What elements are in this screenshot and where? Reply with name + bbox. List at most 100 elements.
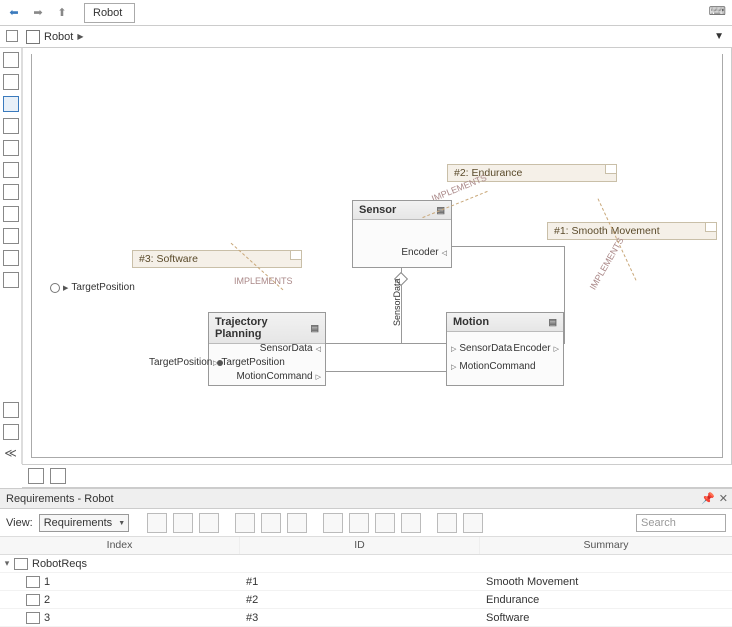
tb-delete[interactable] bbox=[401, 513, 421, 533]
status-icon-1[interactable] bbox=[28, 468, 44, 484]
triangle-left-icon: ◁ bbox=[442, 249, 447, 257]
sensor-port-encoder[interactable]: Encoder◁ bbox=[401, 247, 447, 258]
block-menu-icon[interactable]: ▤ bbox=[548, 317, 557, 328]
motion-port-motioncmd[interactable]: ▷MotionCommand bbox=[451, 361, 536, 372]
tool-9[interactable] bbox=[3, 228, 19, 244]
req-icon bbox=[26, 594, 40, 606]
tb-link[interactable] bbox=[437, 513, 457, 533]
close-icon[interactable]: ✕ bbox=[719, 492, 728, 505]
status-icon-2[interactable] bbox=[50, 468, 66, 484]
tool-12[interactable] bbox=[3, 402, 19, 418]
tb-save[interactable] bbox=[199, 513, 219, 533]
trajectory-port-target[interactable]: ▷TargetPosition bbox=[213, 357, 285, 368]
model-hierarchy-icon[interactable] bbox=[6, 30, 18, 42]
motion-port-sensordata[interactable]: ▷SensorData bbox=[451, 343, 512, 354]
crumb-root-icon bbox=[26, 30, 40, 44]
cell-index: 1 bbox=[44, 576, 50, 588]
ext-port-target[interactable]: ▶ TargetPosition bbox=[50, 282, 135, 293]
triangle-right-icon: ▷ bbox=[554, 345, 559, 353]
block-motion-title: Motion bbox=[453, 316, 489, 328]
tb-refresh[interactable] bbox=[463, 513, 483, 533]
port-circle-icon bbox=[50, 283, 60, 293]
tool-11[interactable] bbox=[3, 272, 19, 288]
col-header-summary[interactable]: Summary bbox=[480, 537, 732, 554]
nav-back-icon[interactable]: ⬅ bbox=[4, 3, 24, 23]
pin-icon[interactable]: 📌 bbox=[701, 492, 715, 505]
breadcrumb-root[interactable]: Robot bbox=[44, 31, 73, 43]
tool-5[interactable] bbox=[3, 140, 19, 156]
block-menu-icon[interactable]: ▤ bbox=[310, 323, 319, 334]
tool-7[interactable] bbox=[3, 184, 19, 200]
reqset-icon bbox=[14, 558, 28, 570]
tool-10[interactable] bbox=[3, 250, 19, 266]
cell-index: 3 bbox=[44, 612, 50, 624]
tb-paste[interactable] bbox=[375, 513, 395, 533]
tool-1[interactable] bbox=[3, 52, 19, 68]
chevron-right-icon[interactable]: ▶ bbox=[77, 32, 83, 41]
cell-summary: Software bbox=[480, 612, 732, 624]
col-header-id[interactable]: ID bbox=[240, 537, 480, 554]
table-row[interactable]: 1 #1Smooth Movement bbox=[0, 573, 732, 591]
col-header-index[interactable]: Index bbox=[0, 537, 240, 554]
block-motion[interactable]: Motion ▤ ▷SensorData ▷MotionCommand Encod… bbox=[446, 312, 564, 386]
tb-cut[interactable] bbox=[323, 513, 343, 533]
req-icon bbox=[26, 612, 40, 624]
wire-motioncmd bbox=[326, 371, 446, 372]
triangle-right-icon: ▶ bbox=[63, 284, 68, 292]
breadcrumb-dropdown-icon[interactable]: ▼ bbox=[714, 31, 724, 42]
triangle-right-icon: ▷ bbox=[213, 359, 218, 367]
trajectory-port-motioncmd[interactable]: MotionCommand▷ bbox=[236, 371, 321, 382]
view-select[interactable]: Requirements bbox=[39, 514, 129, 532]
cell-summary: Smooth Movement bbox=[480, 576, 732, 588]
cell-id: #3 bbox=[240, 612, 480, 624]
triangle-left-icon: ◁ bbox=[316, 345, 321, 353]
tool-2[interactable] bbox=[3, 74, 19, 90]
nav-up-icon[interactable]: ⬆ bbox=[52, 3, 72, 23]
motion-port-encoder[interactable]: Encoder▷ bbox=[513, 343, 559, 354]
left-toolbar: ≪ bbox=[0, 48, 22, 464]
tool-13[interactable] bbox=[3, 424, 19, 440]
req-flag-1[interactable]: #1: Smooth Movement bbox=[547, 222, 717, 240]
tb-promote[interactable] bbox=[287, 513, 307, 533]
tb-open[interactable] bbox=[173, 513, 193, 533]
expand-icon[interactable]: ▾ bbox=[0, 558, 14, 569]
cell-index: 2 bbox=[44, 594, 50, 606]
trajectory-port-sensordata[interactable]: SensorData◁ bbox=[260, 343, 321, 354]
keyboard-icon[interactable]: ⌨ bbox=[709, 4, 726, 18]
triangle-right-icon: ▷ bbox=[451, 363, 456, 371]
tool-8[interactable] bbox=[3, 206, 19, 222]
nav-forward-icon: ➡ bbox=[28, 3, 48, 23]
block-trajectory[interactable]: Trajectory Planning▤ SensorData◁ TargetP… bbox=[208, 312, 326, 386]
collapse-left-icon[interactable]: ≪ bbox=[4, 446, 17, 460]
table-row[interactable]: 2 #2Endurance bbox=[0, 591, 732, 609]
tool-3[interactable] bbox=[3, 96, 19, 112]
block-sensor-title: Sensor bbox=[359, 204, 396, 216]
tb-new[interactable] bbox=[147, 513, 167, 533]
cell-summary: Endurance bbox=[480, 594, 732, 606]
tool-4[interactable] bbox=[3, 118, 19, 134]
requirements-panel-title: Requirements - Robot bbox=[6, 493, 114, 505]
tb-addchild[interactable] bbox=[261, 513, 281, 533]
req-flag-3[interactable]: #3: Software bbox=[132, 250, 302, 268]
tab-label: Robot bbox=[93, 7, 122, 19]
diagram-canvas[interactable]: ▶ TargetPosition #3: Software #2: Endura… bbox=[31, 54, 723, 458]
cell-id: #2 bbox=[240, 594, 480, 606]
wire-encoder-v bbox=[564, 246, 565, 344]
req-icon bbox=[26, 576, 40, 588]
requirements-panel: Requirements - Robot 📌 ✕ View: Requireme… bbox=[0, 488, 732, 627]
triangle-right-icon: ▷ bbox=[451, 345, 456, 353]
tb-add[interactable] bbox=[235, 513, 255, 533]
implements-label-3: IMPLEMENTS bbox=[234, 276, 293, 286]
tab-robot[interactable]: Robot bbox=[84, 3, 135, 23]
search-input[interactable]: Search bbox=[636, 514, 726, 532]
cell-id: #1 bbox=[240, 576, 480, 588]
wire-encoder-h bbox=[452, 246, 565, 247]
view-label: View: bbox=[6, 517, 33, 529]
tree-root-row[interactable]: ▾ RobotReqs bbox=[0, 555, 732, 573]
tree-root-label: RobotReqs bbox=[32, 558, 87, 570]
triangle-right-icon: ▷ bbox=[316, 373, 321, 381]
wire-junction-h bbox=[326, 343, 446, 344]
tool-6[interactable] bbox=[3, 162, 19, 178]
tb-copy[interactable] bbox=[349, 513, 369, 533]
wire-label-sensordata: SensorData bbox=[392, 278, 402, 326]
